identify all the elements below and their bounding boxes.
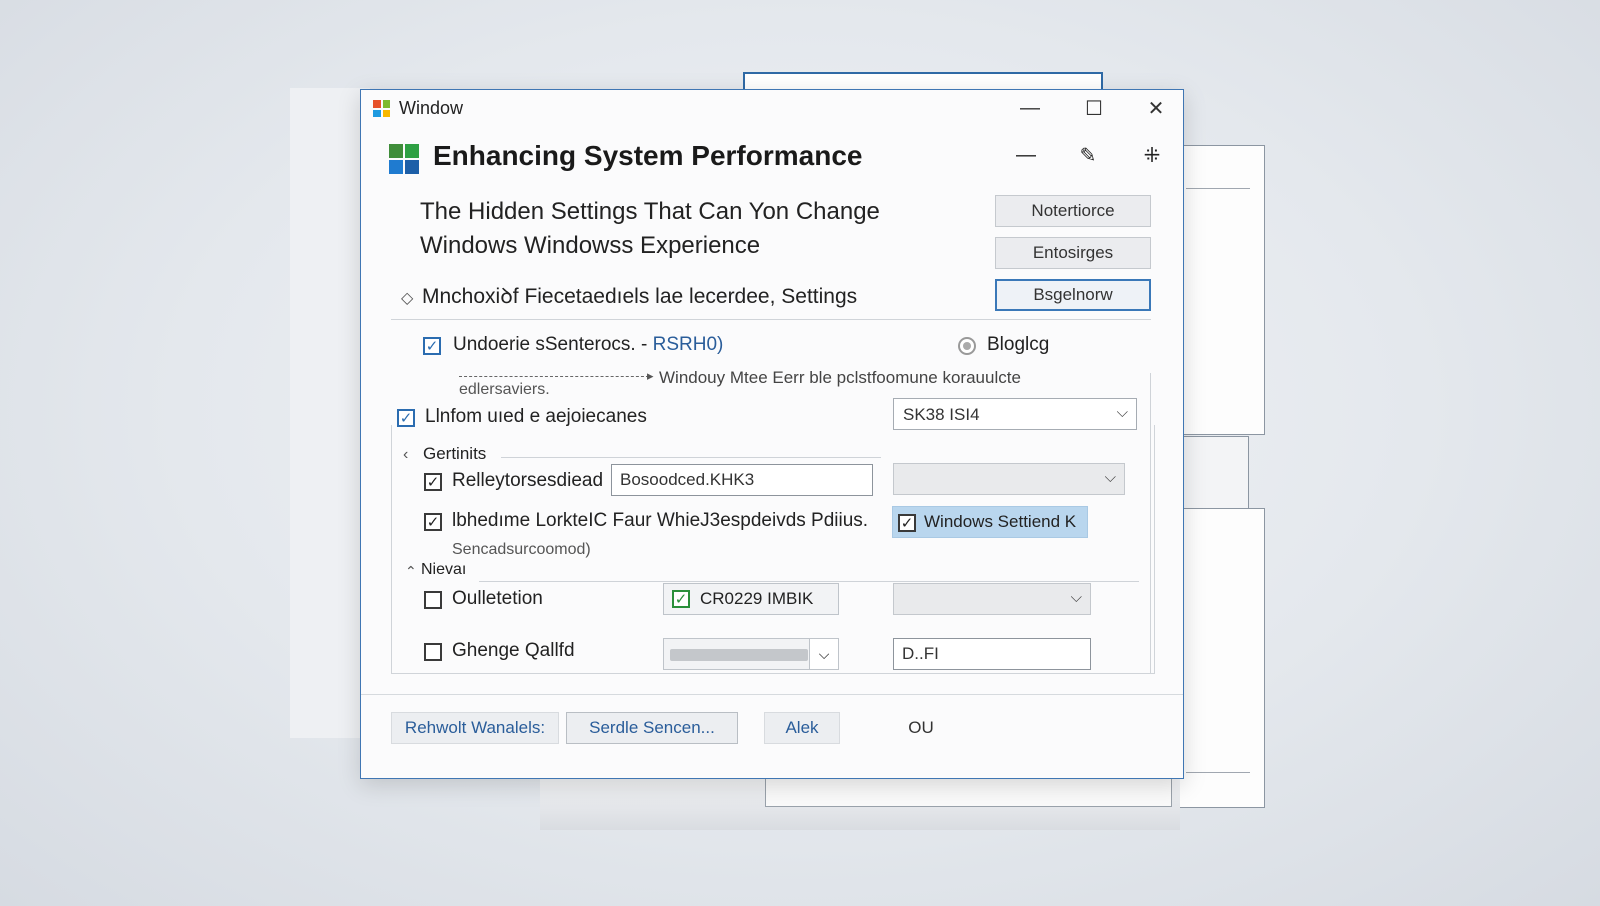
group-title-line	[501, 457, 881, 458]
side-button-2[interactable]: Entosirges	[995, 237, 1151, 269]
group2-item2-label: Ghenge Qallfd	[452, 640, 575, 661]
arrow-right-icon: ▸	[647, 368, 654, 383]
windows-logo-icon	[389, 144, 419, 174]
group2-dropdown[interactable]: ⌵	[893, 583, 1091, 615]
page-title: Enhancing System Performance	[433, 140, 863, 171]
option1-label: Undoerie sSenterocs. - RSRH0)	[453, 334, 724, 355]
chip-checkbox[interactable]: ✓	[672, 590, 690, 608]
group1-item1-label: Relleytorsesdiead	[452, 470, 604, 491]
footer-divider	[361, 694, 1183, 695]
diamond-icon: ◇	[401, 290, 414, 307]
dropdown-value: SK38 ISI4	[903, 405, 980, 424]
group2-title: Nievaı	[421, 561, 467, 578]
close-button[interactable]: ✕	[1135, 94, 1177, 122]
group2-collapse-icon[interactable]: ⌃	[405, 563, 417, 580]
chevron-down-icon[interactable]: ⌵	[809, 639, 838, 669]
group2-item2-input[interactable]: D..FI	[893, 638, 1091, 670]
windows-logo-icon	[373, 100, 390, 117]
minimize-button[interactable]: —	[1009, 94, 1051, 122]
group2-title-line	[479, 581, 1139, 582]
group1-item2-label: lbhedıme LorkteIC Faur WhieJ3espdeivds P…	[452, 510, 869, 531]
group2-slider-dropdown[interactable]: ⌵	[663, 638, 839, 670]
main-window: Window — ☐ ✕ Enhancing System Performanc…	[360, 89, 1184, 779]
settings-icon[interactable]: ⁜	[1137, 140, 1167, 170]
background-panel-left	[290, 88, 370, 738]
group1-item1-input[interactable]: Bosoodced.KHK3	[611, 464, 873, 496]
arrow-subtext: edlersaviers.	[459, 381, 550, 398]
highlighted-option[interactable]: ✓ Windows Settiend K	[892, 506, 1088, 538]
footer-button-ok[interactable]: OU	[883, 712, 959, 744]
window-title: Window	[399, 98, 464, 118]
group1-item1-checkbox[interactable]: ✓	[424, 473, 442, 491]
background-panel-right-lower	[1180, 508, 1265, 808]
title-bar: Window — ☐ ✕	[361, 90, 1183, 126]
intro-line-1: The Hidden Settings That Can Yon Change	[420, 198, 880, 225]
arrow-connector	[459, 376, 649, 377]
maximize-button[interactable]: ☐	[1073, 94, 1115, 122]
group2-item1-chip[interactable]: ✓ CR0229 IMBIK	[663, 583, 839, 615]
option1-checkbox[interactable]: ✓	[423, 337, 441, 355]
divider	[391, 319, 1151, 320]
footer-button-1[interactable]: Rehwolt Wanalels:	[391, 712, 559, 744]
group2-item1-label: Oulletetion	[452, 588, 543, 609]
group1-item2-subtext: Sencadsurcoomod)	[452, 541, 591, 558]
group2-item2-checkbox[interactable]	[424, 643, 442, 661]
option1-value: RSRH0)	[652, 334, 724, 355]
group2-item1-checkbox[interactable]	[424, 591, 442, 609]
minus-icon[interactable]: —	[1011, 140, 1041, 170]
footer-button-3[interactable]: Alek	[764, 712, 840, 744]
group-collapse-icon[interactable]: ‹	[403, 446, 408, 464]
edit-icon[interactable]: ✎	[1073, 140, 1103, 170]
radio-label: Bloglcg	[987, 334, 1050, 355]
side-button-1[interactable]: Notertiorce	[995, 195, 1151, 227]
chevron-down-icon: ⌵	[1104, 469, 1116, 486]
side-button-3[interactable]: Bsgelnorw	[995, 279, 1151, 311]
background-panel-right	[1180, 145, 1265, 435]
highlight-label: Windows Settiend K	[924, 512, 1077, 531]
chip-label: CR0229 IMBIK	[700, 589, 814, 608]
chevron-down-icon: ⌵	[1070, 589, 1082, 606]
group1-dropdown[interactable]: ⌵	[893, 463, 1125, 495]
intro-line-2: Windows Windowss Experience	[420, 232, 761, 259]
background-panel-bottom	[765, 776, 1172, 807]
group1-item2-checkbox[interactable]: ✓	[424, 513, 442, 531]
highlight-checkbox[interactable]: ✓	[898, 514, 916, 532]
intro-line-3: Mnchoxiꝺf Fiecetaedıels lae lecerdee, Se…	[422, 285, 858, 308]
slider-bar[interactable]	[670, 649, 808, 661]
arrow-note: Windouy Mtee Eerr ble pclstfoomune korau…	[659, 368, 1021, 387]
group1-title: Gertinits	[423, 444, 487, 463]
radio-button[interactable]	[958, 337, 976, 355]
chevron-down-icon: ⌵	[1116, 404, 1128, 421]
footer-button-2[interactable]: Serdle Sencen...	[566, 712, 738, 744]
